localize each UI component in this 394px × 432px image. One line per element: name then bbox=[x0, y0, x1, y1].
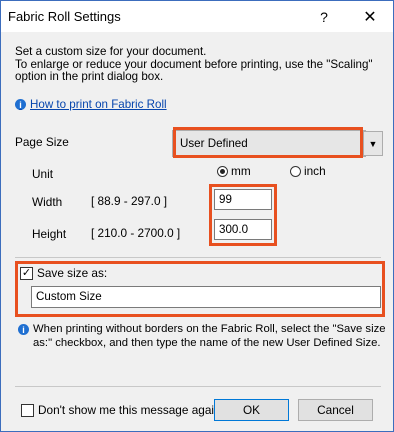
intro-line-1: Set a custom size for your document. bbox=[15, 45, 207, 58]
note-line-2: as:" checkbox, and then type the name of… bbox=[33, 336, 381, 349]
chevron-down-icon[interactable]: ▼ bbox=[363, 131, 383, 156]
unit-radio-mm[interactable]: mm bbox=[217, 164, 251, 178]
save-size-label: Save size as: bbox=[37, 266, 108, 280]
width-label: Width bbox=[32, 195, 63, 209]
unit-inch-label: inch bbox=[304, 164, 326, 178]
height-range: [ 210.0 - 2700.0 ] bbox=[91, 226, 181, 240]
help-link-label[interactable]: How to print on Fabric Roll bbox=[30, 98, 167, 111]
help-link[interactable]: i How to print on Fabric Roll bbox=[15, 98, 167, 111]
note-line-1: When printing without borders on the Fab… bbox=[33, 323, 386, 335]
save-size-input[interactable]: Custom Size bbox=[31, 286, 381, 308]
note-info-icon: i bbox=[18, 324, 29, 335]
ok-button[interactable]: OK bbox=[214, 399, 289, 421]
dont-show-checkbox[interactable] bbox=[21, 403, 34, 417]
unit-label: Unit bbox=[32, 167, 53, 181]
unit-mm-label: mm bbox=[231, 164, 251, 178]
note-text: When printing without borders on the Fab… bbox=[33, 323, 386, 350]
width-range: [ 88.9 - 297.0 ] bbox=[91, 194, 168, 208]
cancel-button[interactable]: Cancel bbox=[298, 399, 373, 421]
save-size-checkbox-row[interactable]: ✓ Save size as: bbox=[20, 266, 107, 280]
save-size-checkbox[interactable]: ✓ bbox=[20, 266, 33, 280]
close-button[interactable]: ✕ bbox=[347, 1, 393, 32]
help-button[interactable]: ? bbox=[302, 1, 346, 32]
divider-top bbox=[15, 257, 381, 258]
page-size-label: Page Size bbox=[15, 135, 69, 149]
note: i When printing without borders on the F… bbox=[18, 323, 386, 350]
radio-inch-indicator[interactable] bbox=[290, 165, 301, 177]
window-title: Fabric Roll Settings bbox=[8, 9, 121, 24]
height-label: Height bbox=[32, 227, 67, 241]
intro-text: Set a custom size for your document. To … bbox=[15, 45, 385, 84]
dont-show-label: Don't show me this message again. bbox=[38, 403, 224, 417]
size-fields-highlight bbox=[209, 184, 277, 246]
radio-mm-indicator[interactable] bbox=[217, 165, 228, 177]
dialog-window: Fabric Roll Settings ? ✕ Set a custom si… bbox=[0, 0, 394, 432]
unit-radio-inch[interactable]: inch bbox=[290, 164, 326, 178]
page-size-highlight bbox=[173, 127, 363, 158]
info-icon: i bbox=[15, 99, 26, 110]
title-bar[interactable]: Fabric Roll Settings ? ✕ bbox=[1, 1, 393, 32]
intro-line-3: option in the print dialog box. bbox=[15, 70, 164, 83]
dont-show-row[interactable]: Don't show me this message again. bbox=[21, 403, 224, 417]
divider-bottom bbox=[15, 386, 381, 387]
